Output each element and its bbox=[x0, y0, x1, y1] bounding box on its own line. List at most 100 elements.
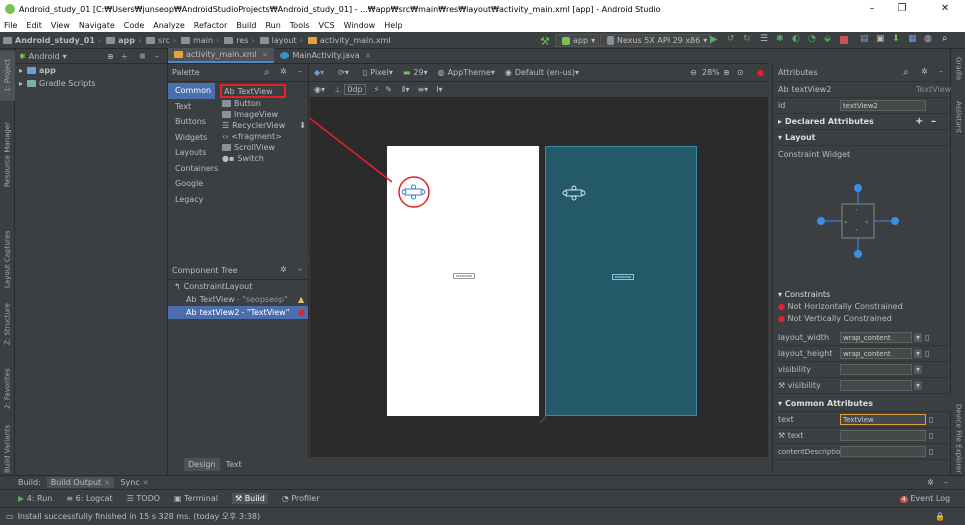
chevron-down-icon[interactable]: ▾ bbox=[63, 52, 67, 61]
constraint-error-vertical[interactable]: ● Not Vertically Constrained bbox=[773, 314, 951, 326]
layout-width-select[interactable]: wrap_content bbox=[840, 332, 912, 343]
tree-item-textview[interactable]: Ab TextView - "seopseop" ▲ bbox=[168, 293, 308, 306]
theme-select[interactable]: AppTheme bbox=[448, 68, 491, 77]
sync-icon[interactable]: ▤ bbox=[860, 34, 869, 44]
tool-logcat[interactable]: ≡ 6: Logcat bbox=[66, 494, 112, 503]
tree-item-gradle-scripts[interactable]: ▸ Gradle Scripts bbox=[15, 77, 167, 90]
text-field[interactable]: TextView bbox=[840, 414, 926, 425]
textview-preview[interactable]: seopseop bbox=[453, 273, 475, 279]
hide-icon[interactable]: – bbox=[944, 478, 948, 487]
palette-category-layouts[interactable]: Layouts bbox=[168, 145, 215, 161]
tool-terminal[interactable]: ▣ Terminal bbox=[174, 494, 218, 503]
tool-todo[interactable]: ☰ TODO bbox=[127, 494, 160, 503]
constraint-error-horizontal[interactable]: ● Not Horizontally Constrained bbox=[773, 302, 951, 314]
autoconnect-icon[interactable]: ⟂ bbox=[335, 85, 340, 95]
menu-view[interactable]: View bbox=[51, 21, 70, 30]
zoom-fit-icon[interactable]: ⊙ bbox=[737, 68, 744, 77]
hide-icon[interactable]: – bbox=[298, 265, 302, 274]
default-margin[interactable]: 0dp bbox=[344, 84, 366, 95]
hide-icon[interactable]: – bbox=[939, 67, 943, 76]
avd-manager-icon[interactable]: ▣ bbox=[876, 34, 885, 44]
blueprint-textview2[interactable] bbox=[562, 185, 586, 201]
tab-build-variants[interactable]: Build Variants bbox=[0, 424, 15, 474]
tab-structure[interactable]: Z: Structure bbox=[0, 299, 15, 349]
visibility-select[interactable] bbox=[840, 364, 912, 375]
tab-gradle[interactable]: Gradle bbox=[951, 54, 965, 84]
tool-run[interactable]: ▶ 4: Run bbox=[18, 494, 52, 503]
warning-icon[interactable]: ▲ bbox=[298, 295, 304, 304]
tool-build[interactable]: ⚒ Build bbox=[231, 493, 268, 504]
menu-window[interactable]: Window bbox=[344, 21, 376, 30]
search-icon[interactable]: ⌕ bbox=[942, 33, 948, 44]
palette-item-recyclerview[interactable]: ☰ RecyclerView ⬇ bbox=[220, 120, 306, 131]
common-attributes-section[interactable]: ▾ Common Attributes bbox=[773, 396, 951, 412]
add-icon[interactable]: + bbox=[915, 116, 923, 127]
breadcrumb-project[interactable]: Android_study_01 › bbox=[3, 36, 104, 45]
breadcrumb-app[interactable]: app › bbox=[106, 36, 144, 45]
profile-icon[interactable]: ◔ bbox=[808, 34, 816, 44]
hide-icon[interactable]: – bbox=[298, 67, 302, 76]
minimize-button[interactable]: – bbox=[857, 0, 887, 18]
collapse-icon[interactable]: ÷ bbox=[121, 52, 128, 61]
tools-visibility-select[interactable] bbox=[840, 380, 912, 391]
tree-item-app[interactable]: ▸ app bbox=[15, 64, 167, 77]
layout-section[interactable]: ▾ Layout bbox=[773, 130, 950, 146]
palette-item-switch[interactable]: ●▪ Switch bbox=[220, 153, 306, 164]
run-config-select[interactable]: app ▾ bbox=[555, 34, 600, 47]
constraint-widget[interactable]: » « ˅ ˄ bbox=[813, 182, 903, 262]
declared-attributes-section[interactable]: ▸ Declared Attributes + – bbox=[773, 114, 950, 130]
tab-design[interactable]: Design bbox=[184, 457, 220, 471]
tab-project[interactable]: 1: Project bbox=[0, 51, 15, 101]
close-tab-icon[interactable]: × bbox=[262, 50, 269, 59]
menu-tools[interactable]: Tools bbox=[290, 21, 310, 30]
palette-item-textview[interactable]: Ab TextView bbox=[220, 84, 286, 98]
palette-category-common[interactable]: Common bbox=[168, 83, 215, 99]
palette-item-imageview[interactable]: ImageView bbox=[220, 109, 306, 120]
tab-activity-main-xml[interactable]: activity_main.xml × bbox=[168, 48, 275, 63]
search-icon[interactable]: ⌕ bbox=[903, 67, 909, 78]
apply-code-changes-icon[interactable]: ↻ bbox=[743, 34, 751, 44]
error-icon[interactable]: ● bbox=[298, 308, 305, 317]
palette-item-fragment[interactable]: ‹› <fragment> bbox=[220, 131, 306, 142]
locale-select[interactable]: Default (en-us) bbox=[515, 68, 575, 77]
gear-icon[interactable]: ✲ bbox=[921, 67, 928, 76]
menu-navigate[interactable]: Navigate bbox=[79, 21, 115, 30]
search-icon[interactable]: ⌕ bbox=[264, 67, 270, 78]
guidelines-icon[interactable]: I▾ bbox=[436, 85, 442, 94]
hide-icon[interactable]: – bbox=[155, 52, 159, 61]
event-log-button[interactable]: 4 Event Log bbox=[900, 494, 950, 503]
breadcrumb-res[interactable]: res › bbox=[224, 36, 257, 45]
remove-icon[interactable]: – bbox=[931, 116, 936, 127]
palette-item-button[interactable]: Button bbox=[220, 98, 306, 109]
gear-icon[interactable]: ✲ bbox=[280, 265, 287, 274]
palette-category-google[interactable]: Google bbox=[168, 176, 215, 192]
gradle-icon[interactable]: ◍ bbox=[924, 34, 932, 44]
tab-sync[interactable]: Sync × bbox=[120, 478, 149, 487]
palette-item-scrollview[interactable]: ScrollView bbox=[220, 142, 306, 153]
zoom-out-icon[interactable]: ⊖ bbox=[690, 68, 697, 77]
locate-icon[interactable]: ⊕ bbox=[107, 52, 114, 61]
error-icon[interactable]: ● bbox=[757, 68, 764, 77]
palette-category-legacy[interactable]: Legacy bbox=[168, 192, 215, 208]
coverage-icon[interactable]: ◐ bbox=[792, 34, 800, 44]
design-canvas[interactable]: seopseop seopseop ⟋ bbox=[310, 98, 768, 457]
device-select[interactable]: Nexus 5X API 29 x86 ▾ bbox=[600, 34, 712, 47]
blueprint-view[interactable]: seopseop bbox=[545, 146, 697, 416]
tree-item-textview2[interactable]: Ab textView2- "TextView" ● bbox=[168, 306, 308, 319]
menu-vcs[interactable]: VCS bbox=[319, 21, 335, 30]
tab-mainactivity-java[interactable]: MainActivity.java × bbox=[274, 48, 377, 63]
menu-code[interactable]: Code bbox=[124, 21, 144, 30]
tab-layout-captures[interactable]: Layout Captures bbox=[0, 229, 15, 289]
gear-icon[interactable]: ✲ bbox=[280, 67, 287, 76]
layout-inspector-icon[interactable]: ▦ bbox=[908, 34, 917, 44]
api-select[interactable]: 29 bbox=[413, 68, 423, 77]
content-description-field[interactable] bbox=[840, 446, 926, 457]
breadcrumb-src[interactable]: src › bbox=[146, 36, 179, 45]
pack-icon[interactable]: ⦀▾ bbox=[402, 85, 410, 95]
design-surface-icon[interactable]: ◆▾ bbox=[314, 68, 324, 77]
hammer-icon[interactable]: ⚒ bbox=[540, 35, 550, 48]
menu-refactor[interactable]: Refactor bbox=[194, 21, 228, 30]
tab-assistant[interactable]: Assistant bbox=[951, 94, 965, 139]
device-select[interactable]: Pixel bbox=[370, 68, 389, 77]
tool-profiler[interactable]: ◔ Profiler bbox=[282, 494, 320, 503]
